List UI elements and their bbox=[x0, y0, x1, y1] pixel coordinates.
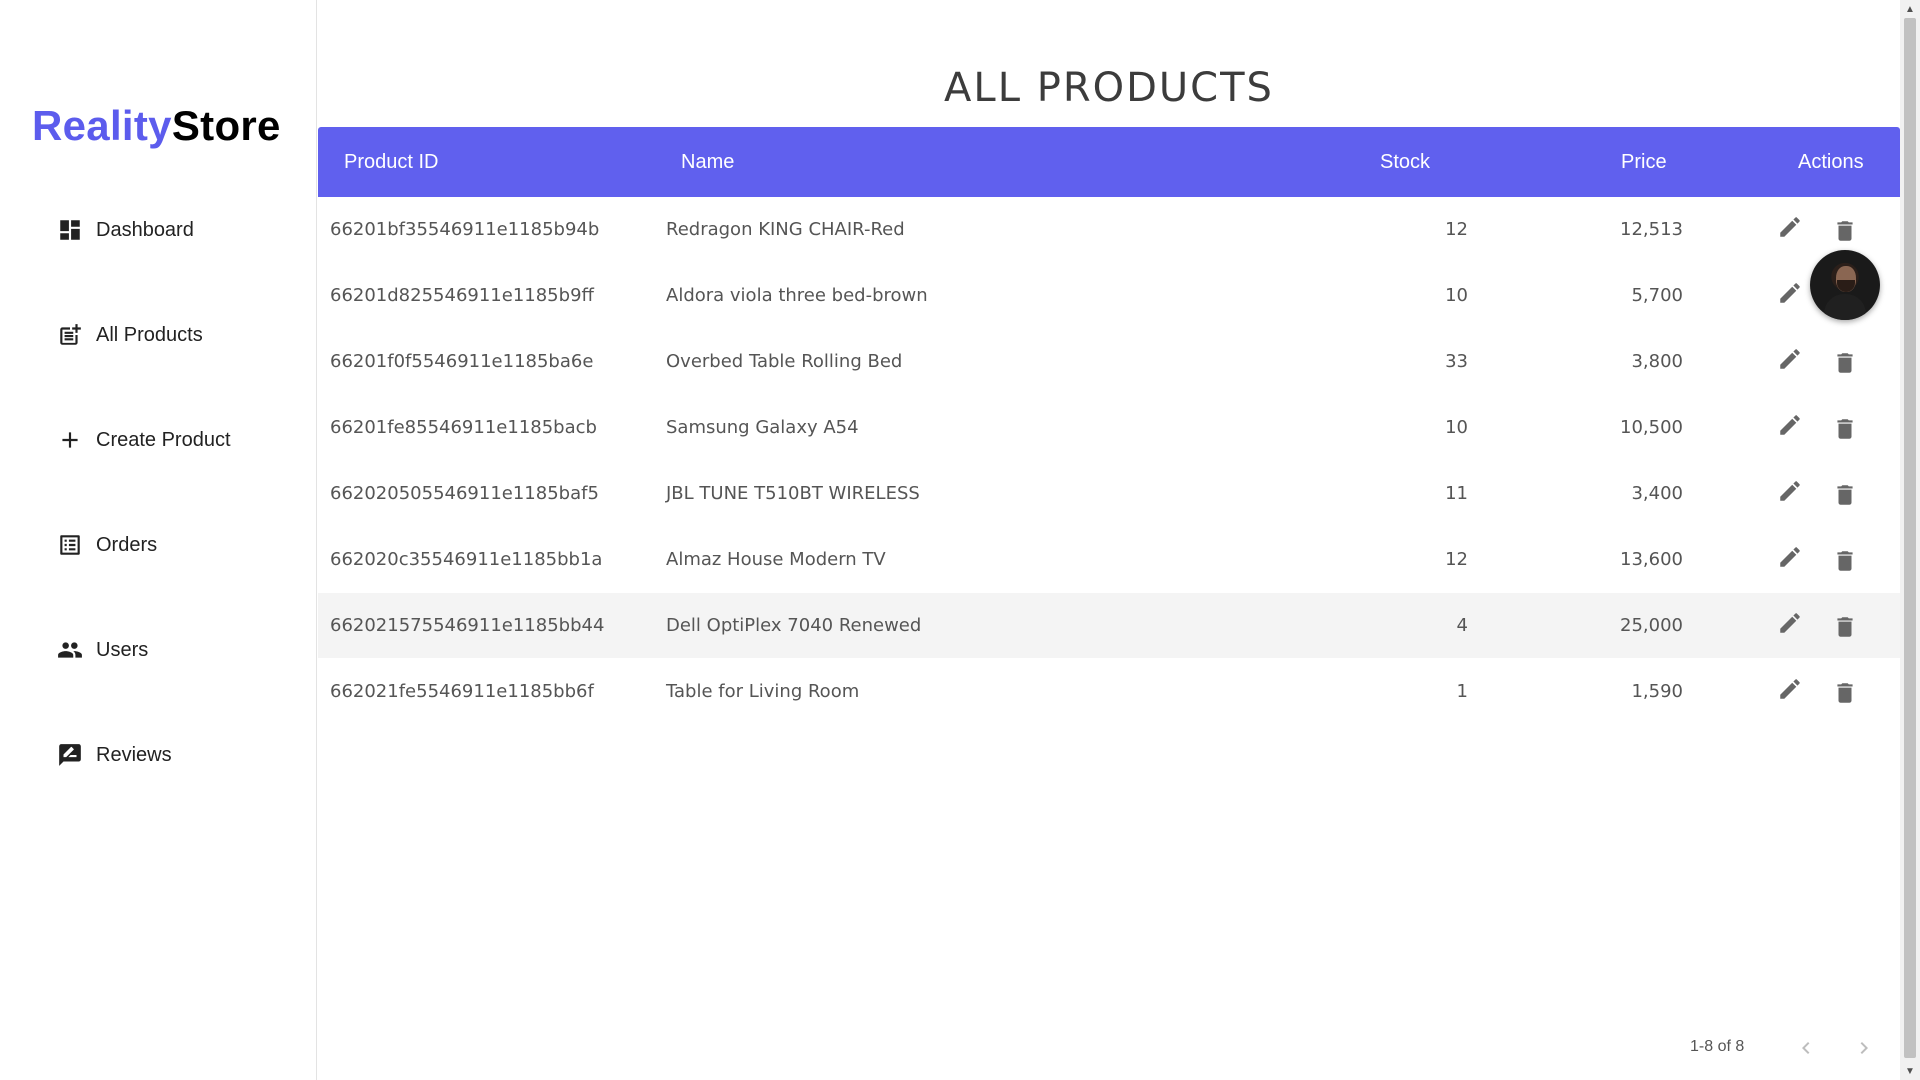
avatar-shirt bbox=[1824, 294, 1866, 320]
scroll-up-arrow-icon[interactable]: ▲ bbox=[1900, 0, 1920, 18]
brand-logo-part1: Reality bbox=[32, 102, 172, 149]
cell-product-id: 662020c35546911e1185bb1a bbox=[330, 549, 603, 570]
cell-stock: 1 bbox=[1456, 681, 1468, 702]
cell-price: 25,000 bbox=[1620, 615, 1683, 636]
cell-product-id: 662021575546911e1185bb44 bbox=[330, 615, 605, 636]
products-table: Product ID Name Stock Price Actions 6620… bbox=[318, 127, 1900, 725]
cell-stock: 12 bbox=[1445, 219, 1468, 240]
cell-stock: 33 bbox=[1445, 351, 1468, 372]
cell-stock: 10 bbox=[1445, 285, 1468, 306]
pagination: 1-8 of 8 bbox=[318, 1030, 1900, 1066]
rate-review-icon bbox=[56, 741, 84, 769]
cell-name: Almaz House Modern TV bbox=[666, 549, 886, 570]
table-row[interactable]: 662020c35546911e1185bb1a Almaz House Mod… bbox=[318, 527, 1900, 593]
chevron-left-icon[interactable] bbox=[1790, 1032, 1822, 1064]
sidebar-item-label: All Products bbox=[96, 323, 203, 346]
cell-price: 1,590 bbox=[1631, 681, 1683, 702]
cell-name: Aldora viola three bed-brown bbox=[666, 285, 928, 306]
cell-product-id: 66201f0f5546911e1185ba6e bbox=[330, 351, 594, 372]
page-title: ALL PRODUCTS bbox=[944, 64, 1274, 111]
list-alt-icon bbox=[56, 531, 84, 559]
cell-price: 5,700 bbox=[1631, 285, 1683, 306]
edit-icon[interactable] bbox=[1774, 607, 1806, 639]
user-avatar[interactable] bbox=[1810, 250, 1880, 320]
admin-app: RealityStore Dashboard All Products Crea… bbox=[0, 0, 1920, 1080]
scrollbar-thumb[interactable] bbox=[1904, 18, 1916, 1058]
cell-name: Redragon KING CHAIR-Red bbox=[666, 219, 905, 240]
edit-icon[interactable] bbox=[1774, 541, 1806, 573]
cell-stock: 4 bbox=[1456, 615, 1468, 636]
cell-price: 12,513 bbox=[1620, 219, 1683, 240]
sidebar-item-orders[interactable]: Orders bbox=[56, 525, 157, 565]
brand-logo-part2: Store bbox=[171, 102, 281, 149]
cell-price: 13,600 bbox=[1620, 549, 1683, 570]
table-row[interactable]: 66201fe85546911e1185bacb Samsung Galaxy … bbox=[318, 395, 1900, 461]
cell-price: 3,800 bbox=[1631, 351, 1683, 372]
sidebar-item-users[interactable]: Users bbox=[56, 630, 148, 670]
cell-name: Dell OptiPlex 7040 Renewed bbox=[666, 615, 922, 636]
people-icon bbox=[56, 636, 84, 664]
column-header-actions: Actions bbox=[1798, 151, 1864, 173]
edit-icon[interactable] bbox=[1774, 277, 1806, 309]
cell-stock: 12 bbox=[1445, 549, 1468, 570]
main-content: ALL PRODUCTS Product ID Name Stock Price… bbox=[318, 0, 1900, 1080]
table-row[interactable]: 66201f0f5546911e1185ba6e Overbed Table R… bbox=[318, 329, 1900, 395]
column-header-stock[interactable]: Stock bbox=[1380, 127, 1430, 197]
delete-icon[interactable] bbox=[1829, 347, 1861, 379]
delete-icon[interactable] bbox=[1829, 479, 1861, 511]
edit-icon[interactable] bbox=[1774, 673, 1806, 705]
cell-price: 10,500 bbox=[1620, 417, 1683, 438]
brand-logo[interactable]: RealityStore bbox=[32, 102, 281, 150]
sidebar: RealityStore Dashboard All Products Crea… bbox=[0, 0, 317, 1080]
add-icon bbox=[56, 426, 84, 454]
cell-name: JBL TUNE T510BT WIRELESS bbox=[666, 483, 920, 504]
scroll-down-arrow-icon[interactable]: ▼ bbox=[1900, 1062, 1920, 1080]
delete-icon[interactable] bbox=[1829, 545, 1861, 577]
delete-icon[interactable] bbox=[1829, 611, 1861, 643]
chevron-right-icon[interactable] bbox=[1848, 1032, 1880, 1064]
sidebar-item-create-product[interactable]: Create Product bbox=[56, 420, 231, 460]
sidebar-item-label: Orders bbox=[96, 533, 158, 556]
sidebar-item-label: Dashboard bbox=[96, 218, 194, 241]
cell-price: 3,400 bbox=[1631, 483, 1683, 504]
column-header-price[interactable]: Price bbox=[1621, 127, 1667, 197]
pagination-info: 1-8 of 8 bbox=[1690, 1038, 1745, 1055]
cell-product-id: 66201bf35546911e1185b94b bbox=[330, 219, 600, 240]
edit-icon[interactable] bbox=[1774, 211, 1806, 243]
cell-stock: 10 bbox=[1445, 417, 1468, 438]
avatar-beard bbox=[1837, 280, 1855, 292]
sidebar-item-label: Reviews bbox=[96, 743, 172, 766]
cell-product-id: 66201d825546911e1185b9ff bbox=[330, 285, 594, 306]
edit-icon[interactable] bbox=[1774, 343, 1806, 375]
cell-stock: 11 bbox=[1445, 483, 1468, 504]
cell-name: Table for Living Room bbox=[666, 681, 860, 702]
sidebar-item-label: Users bbox=[96, 638, 149, 661]
table-row[interactable]: 66201d825546911e1185b9ff Aldora viola th… bbox=[318, 263, 1900, 329]
post-add-icon bbox=[56, 321, 84, 349]
column-header-name[interactable]: Name bbox=[681, 127, 734, 197]
delete-icon[interactable] bbox=[1829, 677, 1861, 709]
cell-name: Overbed Table Rolling Bed bbox=[666, 351, 903, 372]
table-body: 66201bf35546911e1185b94b Redragon KING C… bbox=[318, 197, 1900, 725]
sidebar-item-reviews[interactable]: Reviews bbox=[56, 735, 172, 775]
edit-icon[interactable] bbox=[1774, 475, 1806, 507]
cell-name: Samsung Galaxy A54 bbox=[666, 417, 859, 438]
sidebar-item-label: Create Product bbox=[96, 428, 231, 451]
edit-icon[interactable] bbox=[1774, 409, 1806, 441]
cell-product-id: 662020505546911e1185baf5 bbox=[330, 483, 599, 504]
sidebar-item-all-products[interactable]: All Products bbox=[56, 315, 203, 355]
column-header-product-id[interactable]: Product ID bbox=[344, 127, 438, 197]
table-row[interactable]: 662021575546911e1185bb44 Dell OptiPlex 7… bbox=[318, 593, 1900, 659]
delete-icon[interactable] bbox=[1829, 215, 1861, 247]
sidebar-item-dashboard[interactable]: Dashboard bbox=[56, 210, 194, 250]
cell-product-id: 662021fe5546911e1185bb6f bbox=[330, 681, 594, 702]
table-row[interactable]: 66201bf35546911e1185b94b Redragon KING C… bbox=[318, 197, 1900, 263]
table-header: Product ID Name Stock Price Actions bbox=[318, 127, 1900, 197]
delete-icon[interactable] bbox=[1829, 413, 1861, 445]
dashboard-icon bbox=[56, 216, 84, 244]
table-row[interactable]: 662020505546911e1185baf5 JBL TUNE T510BT… bbox=[318, 461, 1900, 527]
vertical-scrollbar[interactable]: ▲ ▼ bbox=[1900, 0, 1920, 1080]
cell-product-id: 66201fe85546911e1185bacb bbox=[330, 417, 597, 438]
table-row[interactable]: 662021fe5546911e1185bb6f Table for Livin… bbox=[318, 659, 1900, 725]
